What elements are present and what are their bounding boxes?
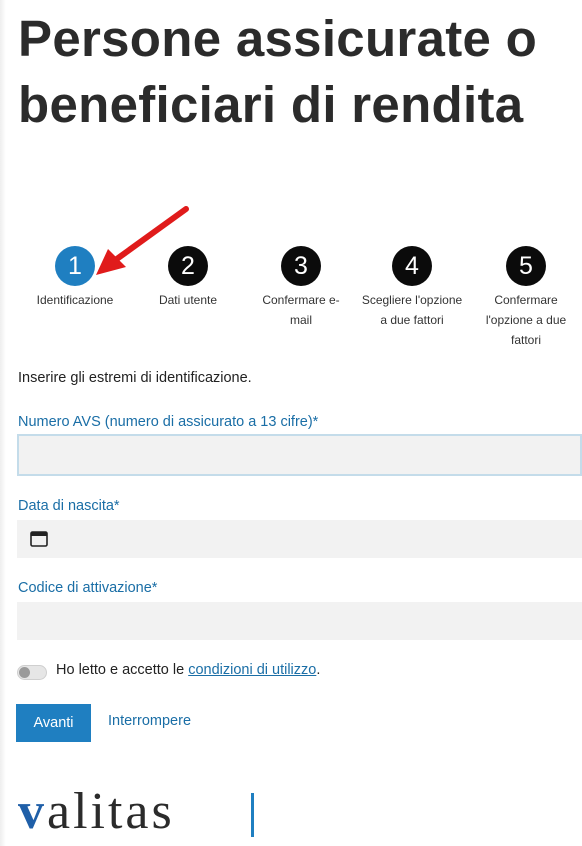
- terms-toggle[interactable]: [17, 665, 47, 680]
- page-title: Persone assicurate o beneficiari di rend…: [18, 10, 538, 133]
- page-edge: [0, 0, 6, 846]
- activation-code-input[interactable]: [17, 602, 582, 640]
- activation-code-label: Codice di attivazione*: [18, 580, 158, 596]
- step-confermare-email: 3 Confermare e-mail: [246, 246, 356, 330]
- terms-suffix: .: [316, 662, 321, 678]
- logo-bar: [251, 793, 254, 837]
- step-number: 4: [392, 246, 432, 286]
- step-label: Dati utente: [158, 293, 218, 307]
- valitas-logo: valitas: [18, 782, 254, 842]
- cancel-link[interactable]: Interrompere: [108, 713, 191, 729]
- step-label: Confermare e-mail: [262, 293, 340, 327]
- step-scegliere-opzione: 4 Scegliere l'opzione a due fattori: [357, 246, 467, 330]
- red-arrow-icon: [96, 206, 189, 275]
- terms-link[interactable]: condizioni di utilizzo: [188, 662, 316, 678]
- birth-date-label: Data di nascita*: [18, 498, 120, 514]
- avs-number-input[interactable]: [17, 434, 582, 476]
- terms-text: Ho letto e accetto le condizioni di util…: [56, 662, 320, 678]
- next-button[interactable]: Avanti: [16, 704, 91, 742]
- step-label: Identificazione: [36, 293, 114, 307]
- calendar-icon[interactable]: [30, 530, 48, 547]
- terms-prefix: Ho letto e accetto le: [56, 662, 189, 678]
- form-intro: Inserire gli estremi di identificazione.: [18, 370, 252, 386]
- toggle-knob: [19, 667, 30, 678]
- step-number: 3: [281, 246, 321, 286]
- logo-text: valitas: [18, 783, 175, 840]
- birth-date-input[interactable]: [17, 520, 582, 558]
- step-confermare-opzione: 5 Confermare l'opzione a due fattori: [471, 246, 581, 350]
- step-label: Scegliere l'opzione a due fattori: [361, 293, 463, 327]
- step-label: Confermare l'opzione a due fattori: [485, 293, 567, 347]
- avs-label: Numero AVS (numero di assicurato a 13 ci…: [18, 414, 319, 430]
- step-number: 5: [506, 246, 546, 286]
